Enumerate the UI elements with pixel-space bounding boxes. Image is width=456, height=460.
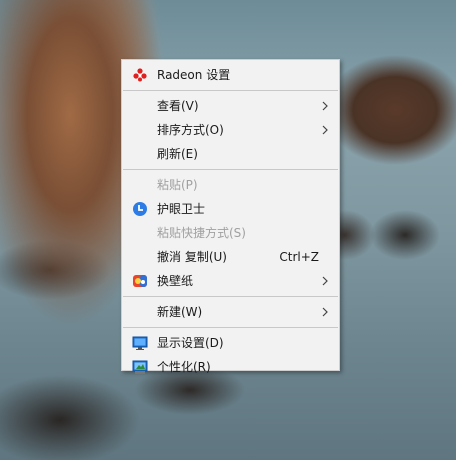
menu-item-sort-by[interactable]: 排序方式(O) [122,118,339,142]
menu-item-label: 显示设置(D) [157,336,224,350]
menu-separator [123,90,338,91]
menu-item-label: 新建(W) [157,305,203,319]
personalize-icon [132,359,148,375]
chevron-right-icon [322,125,328,135]
menu-separator [123,296,338,297]
menu-item-undo-copy[interactable]: 撤消 复制(U) Ctrl+Z [122,245,339,269]
menu-item-label: Radeon 设置 [157,68,231,82]
menu-item-label: 撤消 复制(U) [157,250,227,264]
menu-item-new[interactable]: 新建(W) [122,300,339,324]
menu-item-paste: 粘贴(P) [122,173,339,197]
menu-item-refresh[interactable]: 刷新(E) [122,142,339,166]
menu-item-label: 换壁纸 [157,274,194,288]
menu-item-label: 粘贴(P) [157,178,198,192]
wallpaper-icon [132,273,148,289]
chevron-right-icon [322,307,328,317]
menu-item-display-settings[interactable]: 显示设置(D) [122,331,339,355]
menu-item-personalize[interactable]: 个性化(R) [122,355,339,379]
menu-item-label: 刷新(E) [157,147,198,161]
menu-item-label: 排序方式(O) [157,123,224,137]
menu-item-view[interactable]: 查看(V) [122,94,339,118]
desktop-context-menu: Radeon 设置 查看(V) 排序方式(O) 刷新(E) 粘贴(P) 护眼卫士… [121,59,340,374]
menu-item-paste-shortcut: 粘贴快捷方式(S) [122,221,339,245]
menu-item-label: 查看(V) [157,99,199,113]
menu-item-shortcut: Ctrl+Z [279,250,319,264]
menu-separator [123,169,338,170]
radeon-icon [132,67,148,83]
menu-item-change-wallpaper[interactable]: 换壁纸 [122,269,339,293]
display-icon [132,335,148,351]
menu-item-eye-care[interactable]: 护眼卫士 [122,197,339,221]
chevron-right-icon [322,276,328,286]
menu-item-radeon-settings[interactable]: Radeon 设置 [122,63,339,87]
eye-care-icon [132,201,148,217]
menu-item-label: 护眼卫士 [157,202,206,216]
menu-item-label: 粘贴快捷方式(S) [157,226,246,240]
menu-item-label: 个性化(R) [157,360,211,374]
chevron-right-icon [322,101,328,111]
menu-separator [123,327,338,328]
